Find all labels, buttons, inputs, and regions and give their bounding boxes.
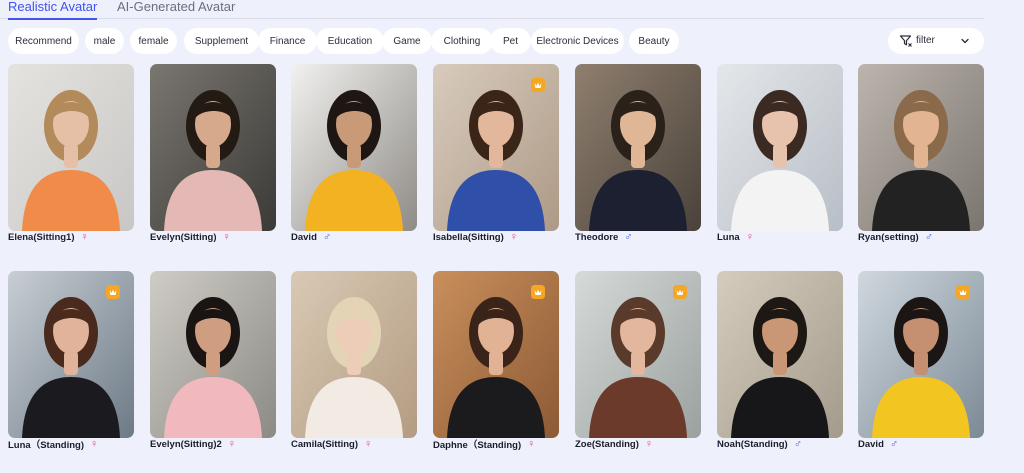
avatar-caption: Luna ♀ (717, 230, 754, 244)
premium-crown-icon (531, 78, 545, 92)
avatar-card[interactable] (717, 64, 843, 231)
avatar-caption: Isabella(Sitting) ♀ (433, 230, 518, 244)
female-icon: ♀ (222, 230, 231, 243)
avatar-name: Camila(Sitting) (291, 438, 359, 450)
premium-crown-icon (673, 285, 687, 299)
avatar-caption: Elena(Sitting1) ♀ (8, 230, 89, 244)
avatar-caption: Noah(Standing) ♂ (717, 437, 802, 451)
avatar-card[interactable] (291, 271, 417, 438)
avatar-name: Ryan(setting) (858, 231, 919, 243)
male-icon: ♂ (624, 230, 633, 243)
avatar-name: Luna（Standing) (8, 440, 84, 451)
female-icon: ♀ (527, 437, 536, 450)
avatar-portrait (8, 64, 134, 231)
avatar-name: Noah(Standing) (717, 438, 788, 450)
avatar-name: Theodore (575, 231, 619, 243)
avatar-portrait (291, 271, 417, 438)
avatar-card[interactable] (433, 271, 559, 438)
avatar-card[interactable] (858, 271, 984, 438)
male-icon: ♂ (889, 437, 899, 450)
avatar-card[interactable] (8, 64, 134, 231)
female-icon: ♀ (745, 230, 754, 243)
avatar-card[interactable] (8, 271, 134, 438)
avatar-name: David (858, 438, 884, 450)
female-icon: ♀ (90, 437, 99, 450)
avatar-caption: Evelyn(Sitting)2 ♀ (150, 437, 236, 451)
avatar-caption: Evelyn(Sitting) ♀ (150, 230, 231, 244)
avatar-name: Isabella(Sitting) (433, 231, 504, 243)
avatar-card[interactable] (858, 64, 984, 231)
avatar-portrait (291, 64, 417, 231)
avatar-name: David (291, 231, 317, 243)
female-icon: ♀ (80, 230, 89, 243)
avatar-caption: David ♂ (858, 437, 898, 451)
avatar-caption: Ryan(setting) ♂ (858, 230, 933, 244)
male-icon: ♂ (924, 230, 933, 243)
avatar-name: Evelyn(Sitting)2 (150, 438, 222, 450)
avatar-portrait (717, 64, 843, 231)
avatar-portrait (150, 64, 276, 231)
avatar-portrait (150, 271, 276, 438)
avatar-caption: Theodore ♂ (575, 230, 633, 244)
avatar-portrait (717, 271, 843, 438)
avatar-card[interactable] (150, 271, 276, 438)
avatar-caption: Daphne（Standing) ♀ (433, 437, 535, 451)
avatar-card[interactable] (150, 64, 276, 231)
avatar-portrait (858, 64, 984, 231)
female-icon: ♀ (509, 230, 518, 243)
avatar-caption: Luna（Standing) ♀ (8, 437, 98, 451)
avatar-card[interactable] (717, 271, 843, 438)
premium-crown-icon (956, 285, 970, 299)
female-icon: ♀ (644, 437, 654, 450)
premium-crown-icon (531, 285, 545, 299)
avatar-card[interactable] (575, 64, 701, 231)
avatar-name: Luna (717, 231, 740, 243)
avatar-portrait (575, 64, 701, 231)
avatar-name: Zoe(Standing) (575, 438, 639, 450)
avatar-card[interactable] (575, 271, 701, 438)
avatar-card[interactable] (291, 64, 417, 231)
avatar-name: Evelyn(Sitting) (150, 231, 217, 243)
avatar-caption: David ♂ (291, 230, 331, 244)
avatar-name: Elena(Sitting1) (8, 231, 75, 243)
female-icon: ♀ (364, 437, 373, 450)
avatar-caption: Zoe(Standing) ♀ (575, 437, 653, 451)
female-icon: ♀ (227, 437, 237, 450)
avatar-card[interactable] (433, 64, 559, 231)
avatar-grid: Elena(Sitting1) ♀ Evelyn(Sitting) ♀ David ♂ Is… (0, 0, 1024, 473)
male-icon: ♂ (793, 437, 802, 450)
premium-crown-icon (106, 285, 120, 299)
avatar-caption: Camila(Sitting) ♀ (291, 437, 372, 451)
male-icon: ♂ (322, 230, 332, 243)
avatar-name: Daphne（Standing) (433, 440, 522, 451)
